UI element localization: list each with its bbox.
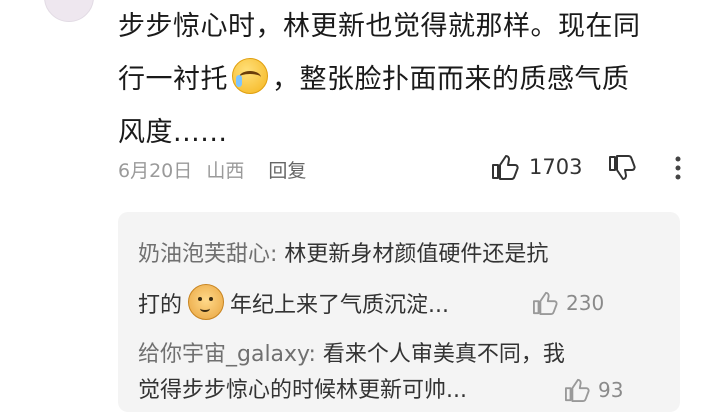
- thumbs-down-icon: [609, 155, 636, 180]
- crying-laughing-emoji-icon: [232, 58, 268, 94]
- thumbs-up-icon: [565, 378, 590, 402]
- comment-body: 步步惊心时，林更新也觉得就那样。现在同 行一衬托 ，整张脸扑面而来的质感气质 风度…: [118, 0, 703, 159]
- dog-face-emoji-icon: [188, 284, 225, 320]
- reply-text: 打的: [138, 293, 183, 318]
- reply-text: 看来个人审美真不同，我: [315, 342, 565, 367]
- comment-line: 步步惊心时，林更新也觉得就那样。现在同: [118, 11, 641, 42]
- like-count: 1703: [529, 155, 583, 179]
- reply-username[interactable]: 给你宇宙_galaxy:: [138, 342, 316, 367]
- reply-text: 年纪上来了气质沉淀...: [230, 293, 449, 318]
- more-options-icon[interactable]: [672, 155, 684, 185]
- reply-line[interactable]: 打的 年纪上来了气质沉淀...: [138, 284, 449, 320]
- reply-line[interactable]: 奶油泡芙甜心: 林更新身材颜值硬件还是抗: [138, 236, 548, 268]
- comment-date: 6月20日: [118, 160, 193, 182]
- comment-line: 风度......: [118, 117, 228, 148]
- comment-text-segment: ，整张脸扑面而来的质感气质: [272, 64, 630, 95]
- reply-username[interactable]: 奶油泡芙甜心:: [138, 242, 277, 267]
- reply-like-button[interactable]: 93: [564, 378, 623, 402]
- reply-like-count: 93: [598, 378, 624, 402]
- dislike-button[interactable]: [608, 155, 636, 185]
- comment-meta: 6月20日 山西 回复: [118, 156, 314, 182]
- reply-text: 觉得步步惊心的时候林更新可帅...: [138, 378, 467, 403]
- thumbs-up-icon: [533, 291, 558, 315]
- reply-like-count: 230: [566, 291, 605, 315]
- comment-location: 山西: [206, 160, 245, 182]
- reply-line[interactable]: 觉得步步惊心的时候林更新可帅...: [138, 372, 467, 404]
- reply-like-button[interactable]: 230: [532, 291, 604, 315]
- vertical-dots-icon: [675, 156, 681, 180]
- comment-text-segment: 行一衬托: [118, 64, 228, 95]
- comment-line: 行一衬托 ，整张脸扑面而来的质感气质: [118, 53, 703, 106]
- like-button[interactable]: 1703: [491, 154, 582, 180]
- reply-text: 林更新身材颜值硬件还是抗: [277, 242, 549, 267]
- reply-button[interactable]: 回复: [268, 160, 306, 182]
- reply-line[interactable]: 给你宇宙_galaxy: 看来个人审美真不同，我: [138, 336, 565, 368]
- avatar[interactable]: [44, 0, 94, 22]
- thumbs-up-icon: [492, 155, 519, 180]
- replies-panel: 奶油泡芙甜心: 林更新身材颜值硬件还是抗 打的 年纪上来了气质沉淀... 230 …: [118, 212, 680, 412]
